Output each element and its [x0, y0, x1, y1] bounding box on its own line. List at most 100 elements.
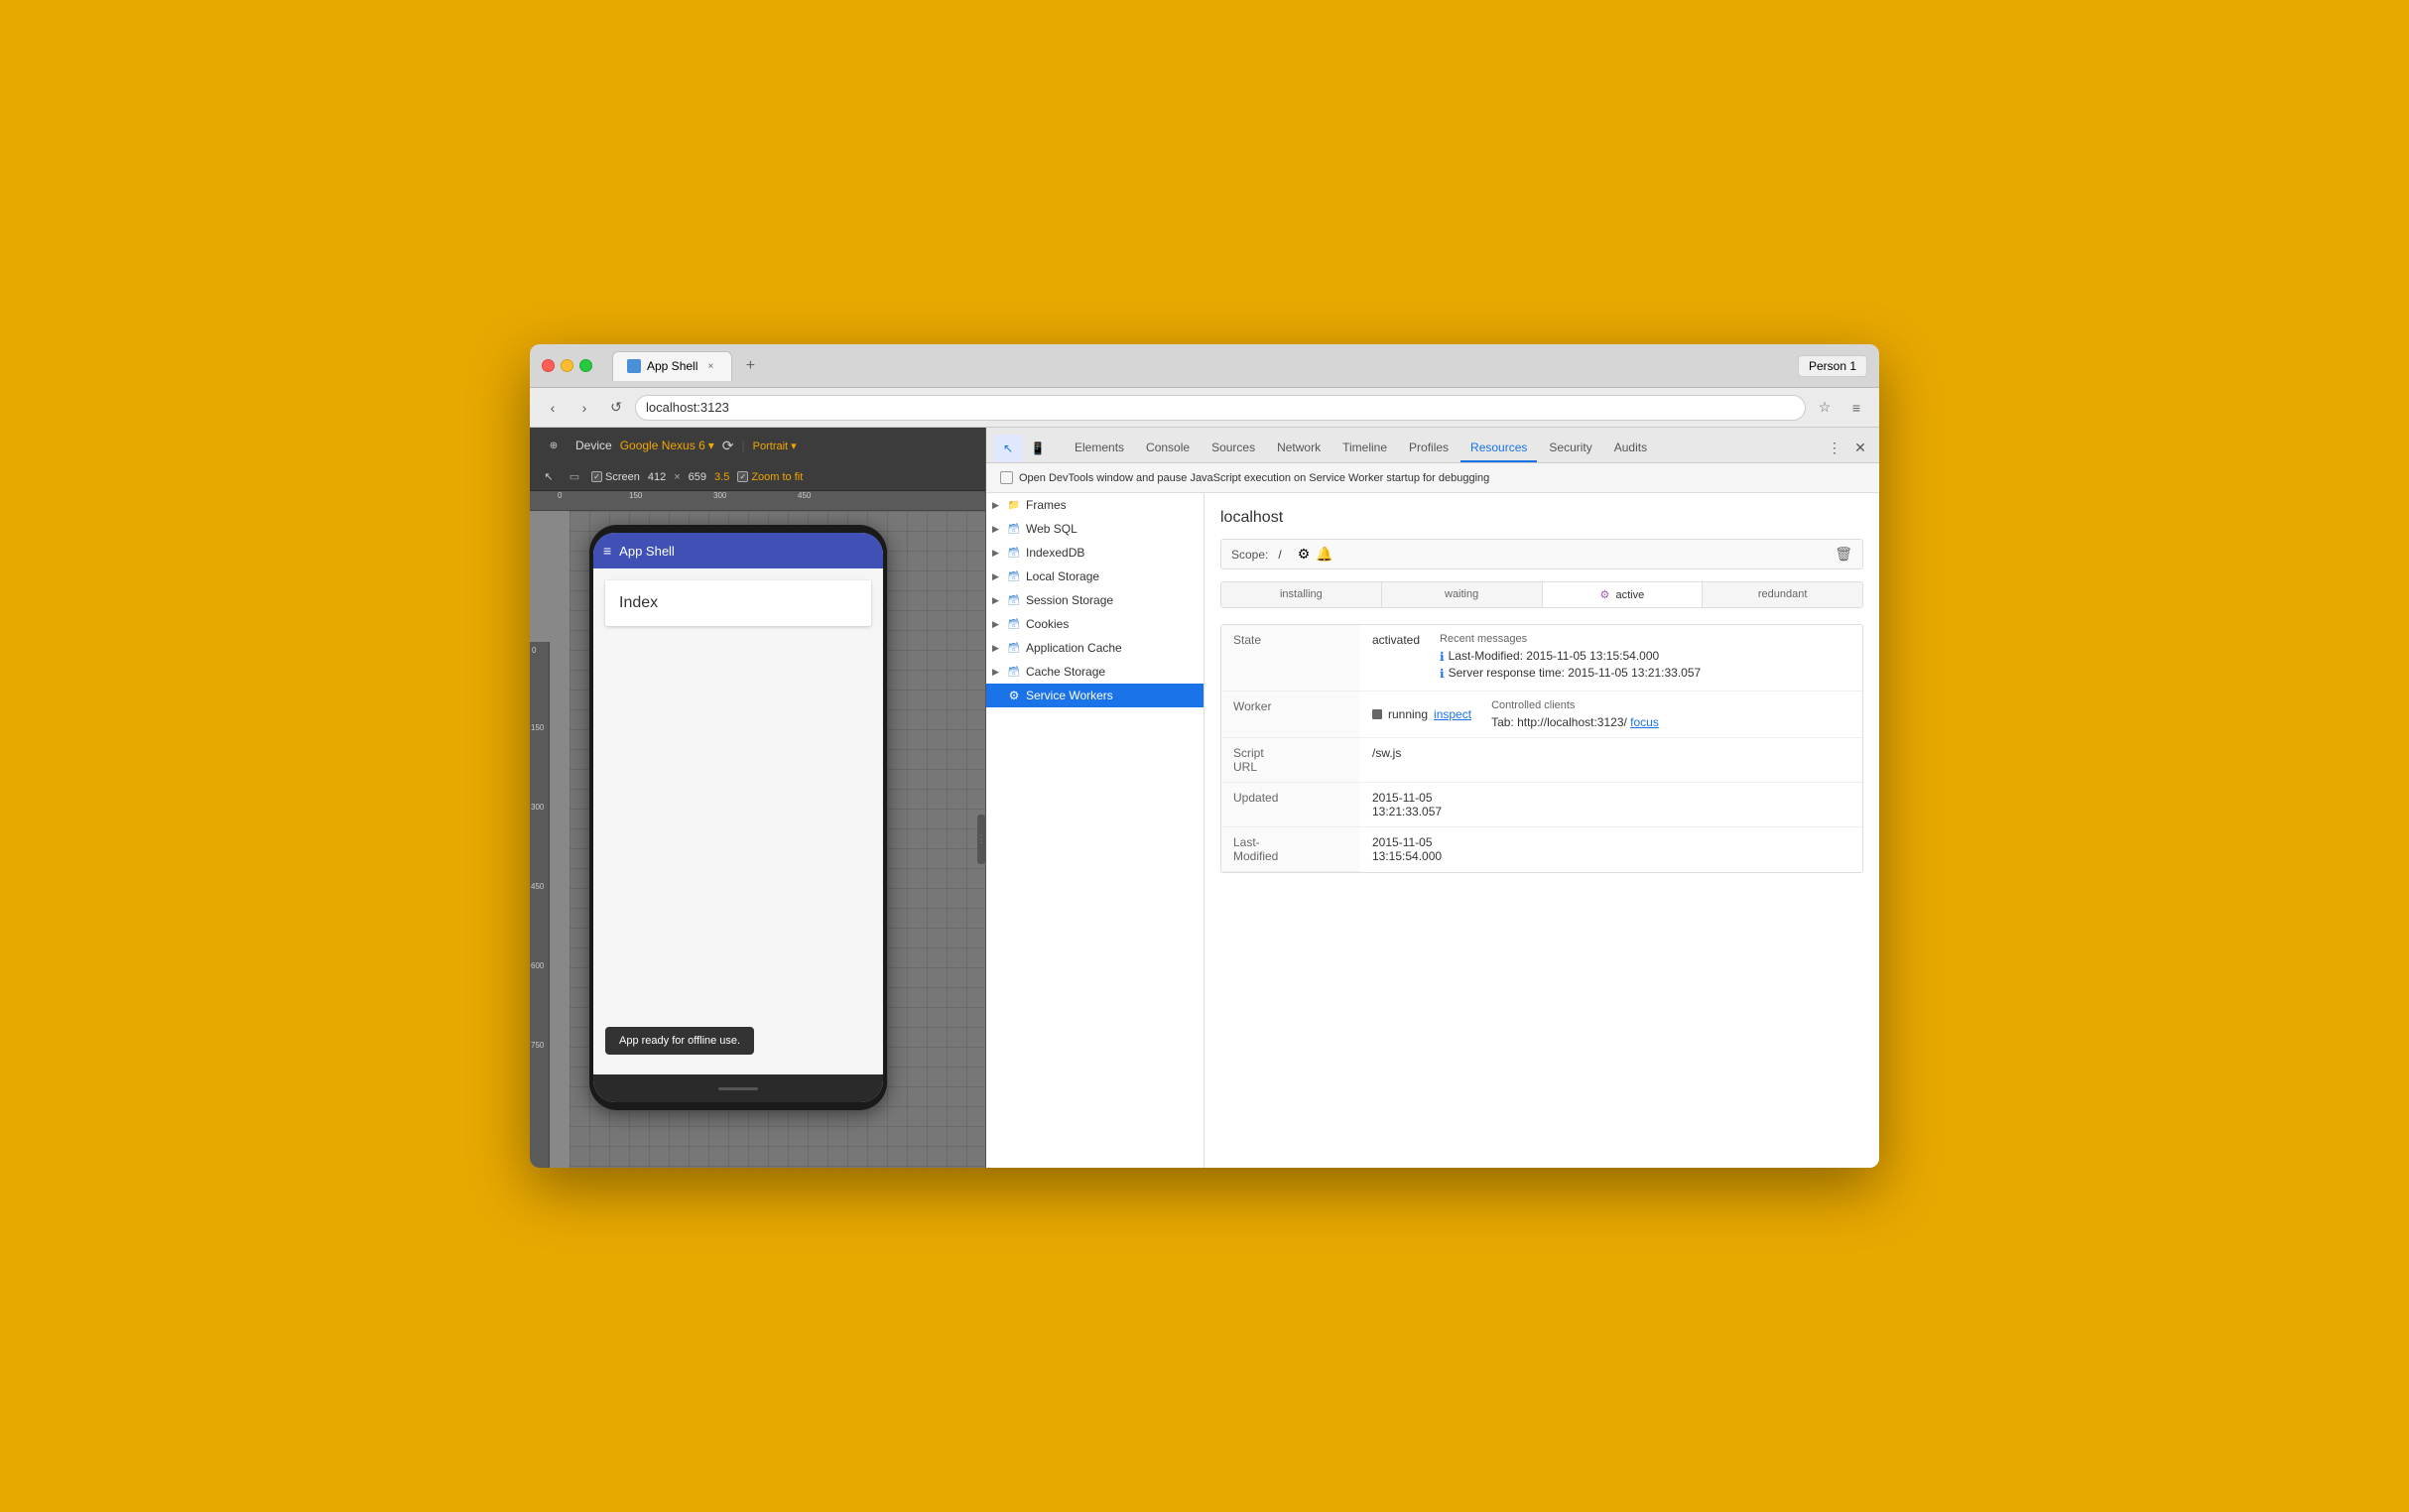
- sw-info-grid: State activated Recent messages ℹ Last-M…: [1220, 624, 1863, 873]
- screen-cb-icon: ✓: [591, 471, 602, 482]
- orientation[interactable]: Portrait ▾: [753, 441, 797, 452]
- tab-console[interactable]: Console: [1136, 435, 1200, 462]
- v-tick-450: 450: [531, 882, 544, 891]
- forward-button[interactable]: ›: [571, 395, 597, 421]
- localstorage-icon: 🗃: [1006, 568, 1022, 584]
- tree-item-websql[interactable]: ▶ 🗃 Web SQL: [986, 517, 1204, 541]
- running-indicator: running inspect: [1372, 699, 1471, 729]
- browser-window: App Shell × + Person 1 ‹ › ↺ localhost:3…: [530, 344, 1879, 1168]
- phone-mockup: ≡ App Shell Index App ready for offline …: [589, 525, 887, 1110]
- appcache-arrow: ▶: [992, 643, 1002, 654]
- sw-debug-checkbox[interactable]: [1000, 471, 1013, 484]
- cursor-tool-icon[interactable]: ↖: [994, 435, 1022, 462]
- controlled-client-text: Tab: http://localhost:3123/: [1491, 715, 1627, 729]
- new-tab-button[interactable]: +: [736, 352, 764, 380]
- home-bar-line: [718, 1087, 758, 1090]
- tab-security[interactable]: Security: [1539, 435, 1601, 462]
- tab-sources[interactable]: Sources: [1202, 435, 1265, 462]
- devtools-tab-actions: ⋮ ✕: [1824, 437, 1871, 462]
- device-selector[interactable]: Google Nexus 6 ▾: [620, 439, 714, 452]
- sw-status-tabs: installing waiting ⚙ active redundant: [1220, 581, 1863, 608]
- tab-profiles[interactable]: Profiles: [1399, 435, 1458, 462]
- ruler-horizontal: 0 150 300 450: [530, 491, 985, 511]
- message-1: ℹ Last-Modified: 2015-11-05 13:15:54.000: [1440, 649, 1701, 664]
- separator: |: [742, 439, 745, 452]
- tab-network[interactable]: Network: [1267, 435, 1331, 462]
- back-button[interactable]: ‹: [540, 395, 566, 421]
- gear-settings-icon[interactable]: ⚙: [1298, 546, 1311, 563]
- bookmark-button[interactable]: ☆: [1812, 395, 1838, 421]
- device-mode-toggle[interactable]: ⊕: [540, 432, 568, 459]
- status-tab-active[interactable]: ⚙ active: [1543, 582, 1704, 607]
- device-bar: ⊕ Device Google Nexus 6 ▾ ⟳ | Portrait ▾: [530, 428, 985, 463]
- frames-arrow: ▶: [992, 500, 1002, 511]
- person-button[interactable]: Person 1: [1798, 355, 1867, 377]
- close-button[interactable]: [542, 359, 555, 372]
- info-icon-2: ℹ: [1440, 667, 1445, 681]
- stop-button[interactable]: [1372, 709, 1382, 719]
- sw-detail-panel: localhost Scope: / ⚙ 🔔 🗑 i: [1204, 493, 1879, 1168]
- state-activated: activated: [1372, 633, 1420, 683]
- serviceworkers-icon: ⚙: [1006, 688, 1022, 703]
- minimize-button[interactable]: [561, 359, 573, 372]
- maximize-button[interactable]: [579, 359, 592, 372]
- notification-icon[interactable]: 🔔: [1316, 546, 1332, 563]
- cachestorage-label: Cache Storage: [1026, 665, 1105, 679]
- device-panel: ⊕ Device Google Nexus 6 ▾ ⟳ | Portrait ▾…: [530, 428, 986, 1168]
- tree-item-sessionstorage[interactable]: ▶ 🗃 Session Storage: [986, 588, 1204, 612]
- inspect-link[interactable]: inspect: [1434, 707, 1471, 721]
- controlled-clients-label: Controlled clients: [1491, 699, 1659, 711]
- frames-label: Frames: [1026, 498, 1067, 512]
- serviceworkers-label: Service Workers: [1026, 689, 1113, 702]
- rotate-icon[interactable]: ⟳: [722, 438, 734, 454]
- tree-item-serviceworkers[interactable]: ⚙ Service Workers: [986, 684, 1204, 707]
- status-tab-installing[interactable]: installing: [1221, 582, 1382, 607]
- v-tick-750: 750: [531, 1041, 544, 1050]
- tab-timeline[interactable]: Timeline: [1332, 435, 1397, 462]
- app-header: ≡ App Shell: [593, 533, 883, 568]
- phone-tool-icon[interactable]: 📱: [1024, 435, 1052, 462]
- sw-localhost-title: localhost: [1220, 509, 1863, 527]
- active-dot: ⚙: [1600, 589, 1610, 601]
- tab-favicon: [627, 359, 641, 373]
- tree-item-appcache[interactable]: ▶ 🗃 Application Cache: [986, 636, 1204, 660]
- tree-item-localstorage[interactable]: ▶ 🗃 Local Storage: [986, 565, 1204, 588]
- screen-checkbox: ✓ Screen: [591, 471, 640, 483]
- cookies-arrow: ▶: [992, 619, 1002, 630]
- reload-button[interactable]: ↺: [603, 395, 629, 421]
- pointer-icon[interactable]: ↖: [540, 468, 558, 486]
- v-tick-150: 150: [531, 723, 544, 732]
- tab-elements[interactable]: Elements: [1065, 435, 1134, 462]
- close-devtools-button[interactable]: ✕: [1849, 437, 1871, 458]
- offline-toast: App ready for offline use.: [605, 1027, 754, 1055]
- tab-audits[interactable]: Audits: [1604, 435, 1657, 462]
- message-2: ℹ Server response time: 2015-11-05 13:21…: [1440, 666, 1701, 681]
- updated-label: Updated: [1221, 783, 1360, 827]
- tree-item-cookies[interactable]: ▶ 🗃 Cookies: [986, 612, 1204, 636]
- controlled-client-entry: Tab: http://localhost:3123/ focus: [1491, 715, 1659, 729]
- last-modified-label: Last-Modified: [1221, 827, 1360, 872]
- device-phone-icon[interactable]: ▭: [566, 468, 583, 486]
- status-tab-redundant[interactable]: redundant: [1703, 582, 1862, 607]
- url-bar[interactable]: localhost:3123: [635, 395, 1806, 421]
- phone-home-bar: [593, 1074, 883, 1102]
- v-tick-0: 0: [532, 646, 536, 655]
- menu-button[interactable]: ≡: [1843, 395, 1869, 421]
- hamburger-icon: ≡: [603, 543, 611, 559]
- tree-item-cachestorage[interactable]: ▶ 🗃 Cache Storage: [986, 660, 1204, 684]
- tree-item-indexeddb[interactable]: ▶ 🗃 IndexedDB: [986, 541, 1204, 565]
- tree-item-frames[interactable]: ▶ 📁 Frames: [986, 493, 1204, 517]
- browser-tab[interactable]: App Shell ×: [612, 351, 732, 381]
- worker-label: Worker: [1221, 692, 1360, 738]
- cachestorage-arrow: ▶: [992, 667, 1002, 678]
- tab-close-button[interactable]: ×: [703, 359, 717, 373]
- localstorage-label: Local Storage: [1026, 569, 1099, 583]
- sw-delete-button[interactable]: 🗑: [1835, 546, 1852, 563]
- more-options-button[interactable]: ⋮: [1824, 437, 1845, 458]
- tab-resources[interactable]: Resources: [1460, 435, 1537, 462]
- resize-handle[interactable]: ⋮: [977, 815, 985, 864]
- focus-link[interactable]: focus: [1630, 715, 1659, 729]
- devtools-panel: ↖ 📱 Elements Console Sources Network Tim…: [986, 428, 1879, 1168]
- status-tab-waiting[interactable]: waiting: [1382, 582, 1543, 607]
- index-card: Index: [605, 580, 871, 626]
